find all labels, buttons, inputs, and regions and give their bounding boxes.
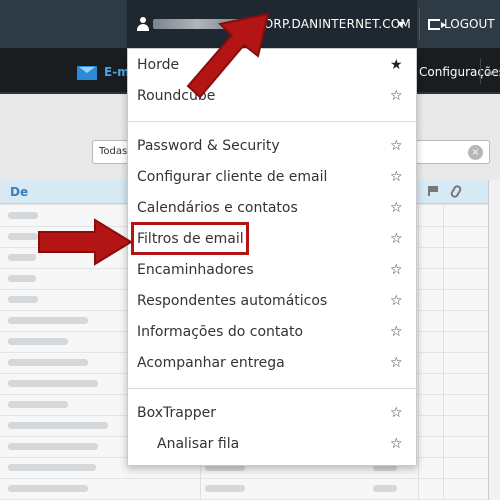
row-date-redacted bbox=[205, 485, 245, 492]
logout-button[interactable]: LOGOUT bbox=[428, 0, 495, 48]
flag-icon[interactable] bbox=[428, 186, 438, 196]
menu-divider bbox=[127, 121, 417, 122]
column-divider bbox=[418, 205, 419, 500]
column-from[interactable]: De bbox=[10, 185, 28, 199]
star-icon[interactable]: ☆ bbox=[390, 170, 403, 184]
annotation-arrow-right bbox=[38, 218, 133, 266]
menu-divider bbox=[127, 388, 417, 389]
star-icon[interactable]: ☆ bbox=[390, 232, 403, 246]
user-dropdown-menu bbox=[127, 48, 417, 466]
annotation-highlight-box bbox=[131, 222, 249, 255]
user-icon bbox=[137, 17, 149, 31]
row-sender-redacted bbox=[8, 317, 88, 324]
star-icon[interactable]: ☆ bbox=[390, 263, 403, 277]
row-sender-redacted bbox=[8, 233, 38, 240]
row-sender-redacted bbox=[8, 443, 98, 450]
clear-search-icon[interactable]: × bbox=[468, 145, 483, 160]
menu-item-calendars-contacts[interactable]: Calendários e contatos bbox=[137, 200, 298, 216]
menu-item-track-delivery[interactable]: Acompanhar entrega bbox=[137, 355, 285, 371]
row-sender-redacted bbox=[8, 464, 96, 471]
menu-item-forwarders[interactable]: Encaminhadores bbox=[137, 262, 254, 278]
row-sender-redacted bbox=[8, 296, 38, 303]
row-sender-redacted bbox=[8, 485, 88, 492]
star-icon[interactable]: ☆ bbox=[390, 294, 403, 308]
logout-label: LOGOUT bbox=[444, 17, 495, 31]
menu-item-horde[interactable]: Horde bbox=[137, 57, 179, 73]
menu-item-boxtrapper[interactable]: BoxTrapper bbox=[137, 405, 216, 421]
logout-icon bbox=[428, 18, 446, 30]
mail-icon bbox=[77, 66, 97, 80]
row-sender-redacted bbox=[8, 422, 108, 429]
star-filled-icon[interactable]: ★ bbox=[390, 58, 403, 72]
search-scope[interactable]: Todas bbox=[99, 146, 127, 157]
star-icon[interactable]: ☆ bbox=[390, 356, 403, 370]
row-sender-redacted bbox=[8, 401, 68, 408]
row-sender-redacted bbox=[8, 254, 36, 261]
row-size-redacted bbox=[373, 485, 397, 492]
star-icon[interactable]: ☆ bbox=[390, 437, 403, 451]
row-sender-redacted bbox=[8, 359, 88, 366]
menu-item-contact-info[interactable]: Informações do contato bbox=[137, 324, 303, 340]
menu-item-autoresponders[interactable]: Respondentes automáticos bbox=[137, 293, 327, 309]
list-scrollbar[interactable] bbox=[488, 180, 500, 500]
column-divider bbox=[443, 205, 444, 500]
star-icon[interactable]: ☆ bbox=[390, 89, 403, 103]
menu-item-review-queue[interactable]: Analisar fila bbox=[157, 436, 239, 452]
star-icon[interactable]: ☆ bbox=[390, 201, 403, 215]
table-row[interactable] bbox=[0, 478, 488, 500]
menu-item-password-security[interactable]: Password & Security bbox=[137, 138, 280, 154]
row-sender-redacted bbox=[8, 338, 68, 345]
chevron-up-icon[interactable] bbox=[486, 70, 494, 75]
star-icon[interactable]: ☆ bbox=[390, 406, 403, 420]
header-divider bbox=[419, 8, 420, 40]
annotation-arrow-up bbox=[186, 12, 270, 99]
row-sender-redacted bbox=[8, 212, 38, 219]
star-icon[interactable]: ☆ bbox=[390, 139, 403, 153]
toolbar-divider bbox=[480, 58, 481, 84]
chevron-down-icon bbox=[397, 22, 405, 27]
star-icon[interactable]: ☆ bbox=[390, 325, 403, 339]
row-sender-redacted bbox=[8, 275, 36, 282]
row-sender-redacted bbox=[8, 380, 98, 387]
menu-item-configure-email-client[interactable]: Configurar cliente de email bbox=[137, 169, 327, 185]
